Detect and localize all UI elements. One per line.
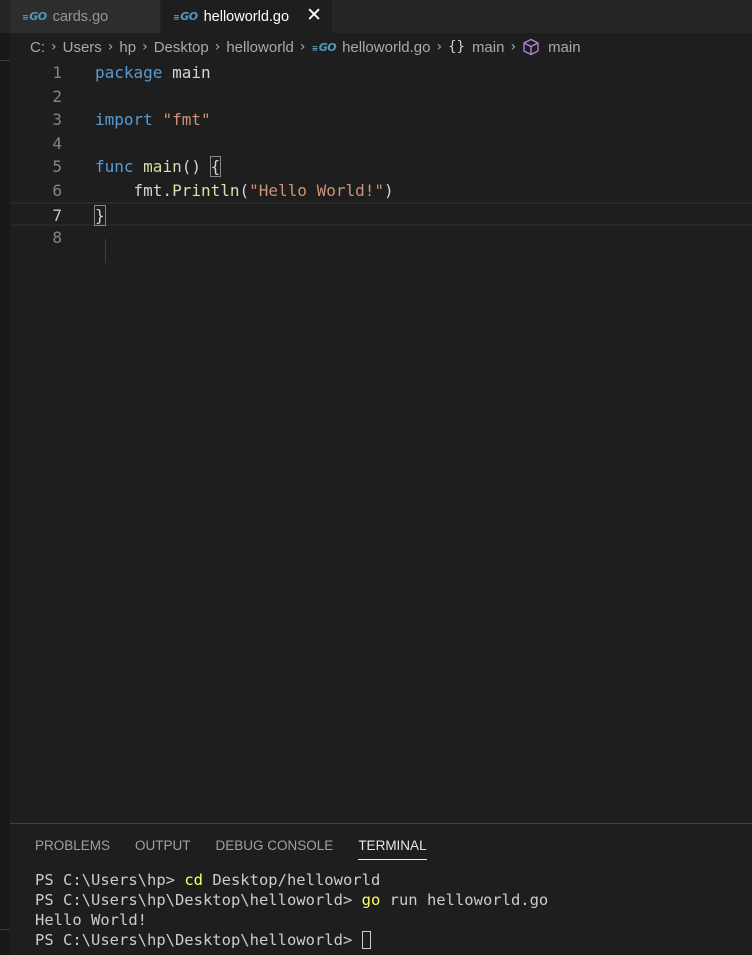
strip-mark xyxy=(0,60,10,61)
code-token: "fmt" xyxy=(162,110,211,129)
code-line[interactable]: 5 func main() { xyxy=(10,155,752,179)
breadcrumb-folder[interactable]: helloworld xyxy=(226,39,294,56)
terminal-line: PS C:\Users\hp\Desktop\helloworld> xyxy=(35,930,548,950)
tab-helloworld-go[interactable]: GO helloworld.go ✕ xyxy=(161,0,332,33)
code-token: fmt. xyxy=(95,180,173,200)
code-editor[interactable]: 1 package main 2 3 import "fmt" 4 5 func main()… xyxy=(10,60,752,823)
line-number: 6 xyxy=(52,180,62,200)
breadcrumb-function[interactable]: main xyxy=(522,38,581,56)
panel-tab-terminal[interactable]: TERMINAL xyxy=(358,838,427,860)
strip-mark xyxy=(0,929,10,930)
tab-bar: GO cards.go GO helloworld.go ✕ xyxy=(0,0,752,33)
code-line[interactable]: 7} xyxy=(10,202,752,226)
breadcrumb-package-label: main xyxy=(471,38,505,56)
chevron-right-icon: › xyxy=(142,39,148,55)
activity-strip xyxy=(0,0,10,955)
tab-label: helloworld.go xyxy=(203,8,290,25)
code-text: package main xyxy=(95,61,211,85)
code-token: } xyxy=(94,205,106,226)
close-icon[interactable]: ✕ xyxy=(306,4,322,26)
code-line[interactable]: 3 import "fmt" xyxy=(10,108,752,132)
terminal-prompt: PS C:\Users\hp\Desktop\helloworld> xyxy=(35,891,362,909)
terminal-output-text: Hello World! xyxy=(35,911,147,929)
breadcrumb-desktop[interactable]: Desktop xyxy=(154,39,209,56)
breadcrumb-drive[interactable]: C: xyxy=(30,39,45,56)
chevron-right-icon: › xyxy=(299,39,306,55)
code-text: func main() { xyxy=(95,155,222,179)
code-token: main xyxy=(143,157,182,176)
chevron-right-icon: › xyxy=(436,39,443,55)
namespace-icon: {} xyxy=(448,39,465,55)
terminal-args: run helloworld.go xyxy=(380,891,549,909)
breadcrumb-user[interactable]: hp xyxy=(119,39,136,56)
line-number: 7 xyxy=(52,206,62,225)
terminal-prompt: PS C:\Users\hp> xyxy=(35,871,185,889)
code-token: ) xyxy=(384,180,394,200)
tab-label: cards.go xyxy=(52,8,109,25)
panel-tabs: PROBLEMS OUTPUT DEBUG CONSOLE TERMINAL xyxy=(35,838,452,860)
terminal-cursor xyxy=(361,931,371,949)
code-token: Println xyxy=(172,180,240,200)
code-token: main xyxy=(162,63,211,82)
terminal-prompt: PS C:\Users\hp\Desktop\helloworld> xyxy=(35,931,362,949)
line-number: 1 xyxy=(52,63,62,82)
chevron-right-icon: › xyxy=(510,39,517,55)
code-token: import xyxy=(95,110,153,129)
chevron-right-icon: › xyxy=(214,39,221,55)
breadcrumb: C: › Users › hp › Desktop › helloworld ›… xyxy=(0,35,581,59)
line-number: 4 xyxy=(52,133,62,153)
terminal-line: PS C:\Users\hp> cd Desktop/helloworld xyxy=(35,870,548,890)
terminal-command: cd xyxy=(184,871,203,889)
code-token: () xyxy=(181,157,211,176)
breadcrumb-function-label: main xyxy=(548,38,581,56)
code-text: fmt.Println("Hello World!") xyxy=(95,179,394,203)
code-token: func xyxy=(95,157,134,176)
chevron-right-icon: › xyxy=(107,39,114,55)
go-file-icon: GO xyxy=(173,10,198,23)
method-cube-icon xyxy=(523,38,539,56)
terminal-line: Hello World! xyxy=(35,910,548,930)
line-number: 8 xyxy=(52,227,62,247)
code-text: } xyxy=(94,204,106,228)
panel-tab-problems[interactable]: PROBLEMS xyxy=(35,838,110,860)
code-line[interactable]: 8 xyxy=(10,226,752,250)
code-token: "Hello World!" xyxy=(249,180,384,200)
code-token: ( xyxy=(239,180,250,200)
panel-tab-output[interactable]: OUTPUT xyxy=(135,838,191,860)
breadcrumb-users[interactable]: Users xyxy=(63,39,102,56)
line-number: 3 xyxy=(52,110,62,129)
code-line[interactable]: 4 xyxy=(10,132,752,156)
line-number: 2 xyxy=(52,86,62,106)
code-token: package xyxy=(95,63,163,82)
line-number: 5 xyxy=(52,157,62,176)
chevron-right-icon: › xyxy=(51,39,57,55)
panel-tab-debug-console[interactable]: DEBUG CONSOLE xyxy=(216,838,334,860)
terminal-output[interactable]: PS C:\Users\hp> cd Desktop/helloworld PS … xyxy=(35,870,548,950)
terminal-line: PS C:\Users\hp\Desktop\helloworld> go ru… xyxy=(35,890,548,910)
breadcrumb-file[interactable]: GO helloworld.go xyxy=(311,38,431,56)
code-text: import "fmt" xyxy=(95,108,211,132)
go-file-icon: GO xyxy=(311,41,337,54)
code-line[interactable]: 6 fmt.Println("Hello World!") xyxy=(10,179,752,203)
terminal-command: go xyxy=(361,891,381,909)
breadcrumb-package[interactable]: {} main xyxy=(448,39,504,56)
code-line[interactable]: 1 package main xyxy=(10,61,752,85)
terminal-args: Desktop/helloworld xyxy=(202,871,381,889)
go-file-icon: GO xyxy=(22,10,47,23)
bottom-panel: PROBLEMS OUTPUT DEBUG CONSOLE TERMINAL PS C… xyxy=(10,823,752,955)
code-line[interactable]: 2 xyxy=(10,85,752,109)
code-token: { xyxy=(209,156,222,177)
tab-cards-go[interactable]: GO cards.go xyxy=(10,0,160,33)
breadcrumb-file-label: helloworld.go xyxy=(342,38,431,56)
